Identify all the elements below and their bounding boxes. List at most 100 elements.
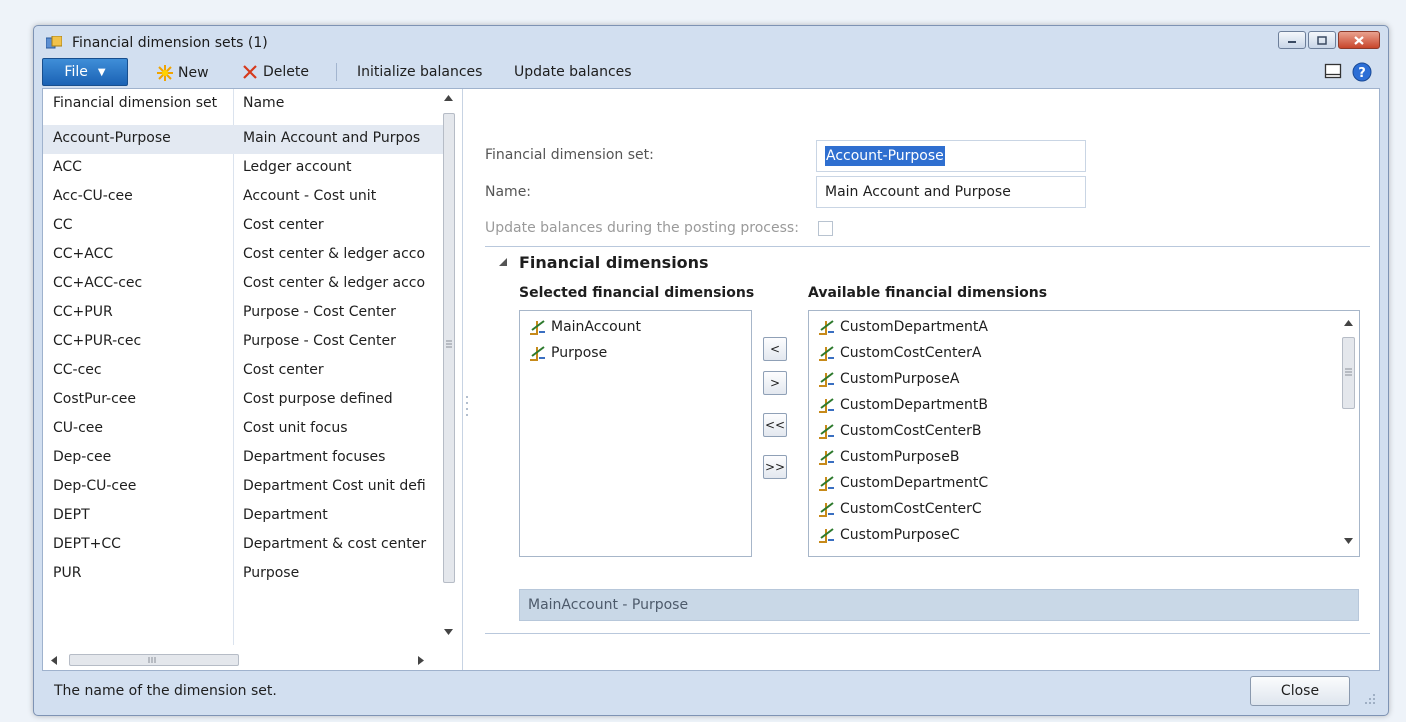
table-row[interactable]: ACC Ledger account <box>43 154 451 183</box>
list-item-label: Purpose <box>551 345 608 361</box>
table-row[interactable]: Dep-CU-cee Department Cost unit defi <box>43 473 451 502</box>
minimize-button[interactable] <box>1278 31 1306 49</box>
table-row[interactable]: CC Cost center <box>43 212 451 241</box>
dimension-set-grid: Financial dimension set Name Account-Pur… <box>43 89 463 670</box>
title-bar: Financial dimension sets (1) <box>34 26 1388 56</box>
scroll-thumb[interactable] <box>1342 337 1355 409</box>
scroll-down-icon[interactable] <box>444 629 453 635</box>
splitter-grip-icon <box>466 396 468 416</box>
dimension-icon <box>819 476 834 491</box>
detail-form: Financial dimension set: Account-Purpose… <box>473 89 1379 670</box>
set-value: Account-Purpose <box>825 146 945 166</box>
table-row[interactable]: CC+PUR-cec Purpose - Cost Center <box>43 328 451 357</box>
dimension-icon <box>819 528 834 543</box>
table-row[interactable]: CC+ACC-cec Cost center & ledger acco <box>43 270 451 299</box>
update-balances-button[interactable]: Update balances <box>514 64 632 80</box>
scroll-down-icon[interactable] <box>1344 538 1353 544</box>
table-row[interactable]: CC+PUR Purpose - Cost Center <box>43 299 451 328</box>
chevron-down-icon: ▼ <box>97 66 106 78</box>
view-pane-icon[interactable] <box>1324 62 1342 80</box>
dimension-icon <box>530 346 545 361</box>
list-item[interactable]: CustomPurposeA <box>817 366 959 392</box>
name-input[interactable]: Main Account and Purpose <box>816 176 1086 208</box>
cell-name: Ledger account <box>243 159 352 175</box>
resize-grip-icon[interactable] <box>1364 693 1376 705</box>
table-row[interactable]: DEPT+CC Department & cost center <box>43 531 451 560</box>
update-balances-label: Update balances <box>514 64 632 80</box>
list-item-label: CustomDepartmentA <box>840 319 988 335</box>
table-row[interactable]: CU-cee Cost unit focus <box>43 415 451 444</box>
delete-button[interactable]: Delete <box>242 64 309 80</box>
fasttab-title[interactable]: Financial dimensions <box>519 253 709 272</box>
dimension-icon <box>819 424 834 439</box>
list-item[interactable]: CustomDepartmentA <box>817 314 988 340</box>
list-item[interactable]: Purpose <box>528 340 607 366</box>
maximize-button[interactable] <box>1308 31 1336 49</box>
list-item[interactable]: CustomDepartmentB <box>817 392 988 418</box>
list-item[interactable]: CustomCostCenterA <box>817 340 981 366</box>
close-icon <box>1354 35 1364 45</box>
update-balances-checkbox[interactable] <box>818 221 833 236</box>
move-right-button[interactable]: > <box>763 371 787 395</box>
list-item-label: CustomPurposeB <box>840 449 960 465</box>
list-item-label: CustomCostCenterC <box>840 501 982 517</box>
cell-name: Cost center <box>243 362 324 378</box>
cell-set: CC-cec <box>53 362 102 378</box>
set-label: Financial dimension set: <box>485 147 654 163</box>
collapse-triangle-icon[interactable] <box>499 257 509 267</box>
grid-horizontal-scrollbar[interactable] <box>43 651 451 668</box>
scroll-right-icon[interactable] <box>418 656 424 665</box>
list-item[interactable]: CustomDepartmentC <box>817 470 988 496</box>
delete-x-icon <box>243 65 257 79</box>
scroll-thumb-horizontal[interactable] <box>69 654 239 666</box>
list-item[interactable]: MainAccount <box>528 314 641 340</box>
table-row[interactable]: CC+ACC Cost center & ledger acco <box>43 241 451 270</box>
action-pane: File ▼ New Delete Initialize balances Up… <box>42 58 1380 86</box>
available-dimensions-list[interactable]: CustomDepartmentA CustomCostCenterA Cust… <box>808 310 1360 557</box>
grip-icon <box>446 340 452 348</box>
move-left-button[interactable]: < <box>763 337 787 361</box>
set-input[interactable]: Account-Purpose <box>816 140 1086 172</box>
table-row[interactable]: CostPur-cee Cost purpose defined <box>43 386 451 415</box>
list-item[interactable]: CustomCostCenterC <box>817 496 982 522</box>
selected-dimensions-title: Selected financial dimensions <box>519 285 755 301</box>
table-row[interactable]: Acc-CU-cee Account - Cost unit <box>43 183 451 212</box>
table-row[interactable]: CC-cec Cost center <box>43 357 451 386</box>
table-row[interactable]: PUR Purpose <box>43 560 451 589</box>
cell-set: CostPur-cee <box>53 391 137 407</box>
pane-splitter[interactable] <box>463 89 471 670</box>
scroll-left-icon[interactable] <box>51 656 57 665</box>
status-bar: The name of the dimension set. Close <box>42 673 1380 709</box>
list-item[interactable]: CustomCostCenterB <box>817 418 981 444</box>
grid-body: Account-Purpose Main Account and Purpos A… <box>43 125 451 645</box>
list-item-label: CustomDepartmentB <box>840 397 988 413</box>
table-row[interactable]: Dep-cee Department focuses <box>43 444 451 473</box>
initialize-balances-button[interactable]: Initialize balances <box>357 64 482 80</box>
cell-name: Department & cost center <box>243 536 427 552</box>
move-all-left-button[interactable]: << <box>763 413 787 437</box>
cell-name: Cost center & ledger acco <box>243 246 426 262</box>
new-button[interactable]: New <box>156 64 209 82</box>
move-all-right-button[interactable]: >> <box>763 455 787 479</box>
table-row[interactable]: Account-Purpose Main Account and Purpos <box>43 125 451 154</box>
file-menu-button[interactable]: File ▼ <box>42 58 128 86</box>
scroll-thumb[interactable] <box>443 113 455 583</box>
dimension-preview: MainAccount - Purpose <box>519 589 1359 621</box>
help-icon[interactable]: ? <box>1352 62 1372 82</box>
available-list-scrollbar[interactable] <box>1340 313 1357 554</box>
table-row[interactable]: DEPT Department <box>43 502 451 531</box>
grid-vertical-scrollbar[interactable] <box>440 89 457 649</box>
list-item[interactable]: CustomPurposeC <box>817 522 960 548</box>
initialize-balances-label: Initialize balances <box>357 64 483 80</box>
list-item[interactable]: CustomPurposeB <box>817 444 959 470</box>
scroll-up-icon[interactable] <box>1344 320 1353 326</box>
cell-set: CC+ACC <box>53 246 114 262</box>
window-title: Financial dimension sets (1) <box>72 35 268 51</box>
selected-dimensions-list[interactable]: MainAccount Purpose <box>519 310 752 557</box>
column-header-name[interactable]: Name <box>243 95 437 111</box>
scroll-up-icon[interactable] <box>444 95 453 101</box>
cell-name: Purpose - Cost Center <box>243 304 396 320</box>
close-button[interactable]: Close <box>1250 676 1350 706</box>
column-header-set[interactable]: Financial dimension set <box>53 95 243 111</box>
close-window-button[interactable] <box>1338 31 1380 49</box>
